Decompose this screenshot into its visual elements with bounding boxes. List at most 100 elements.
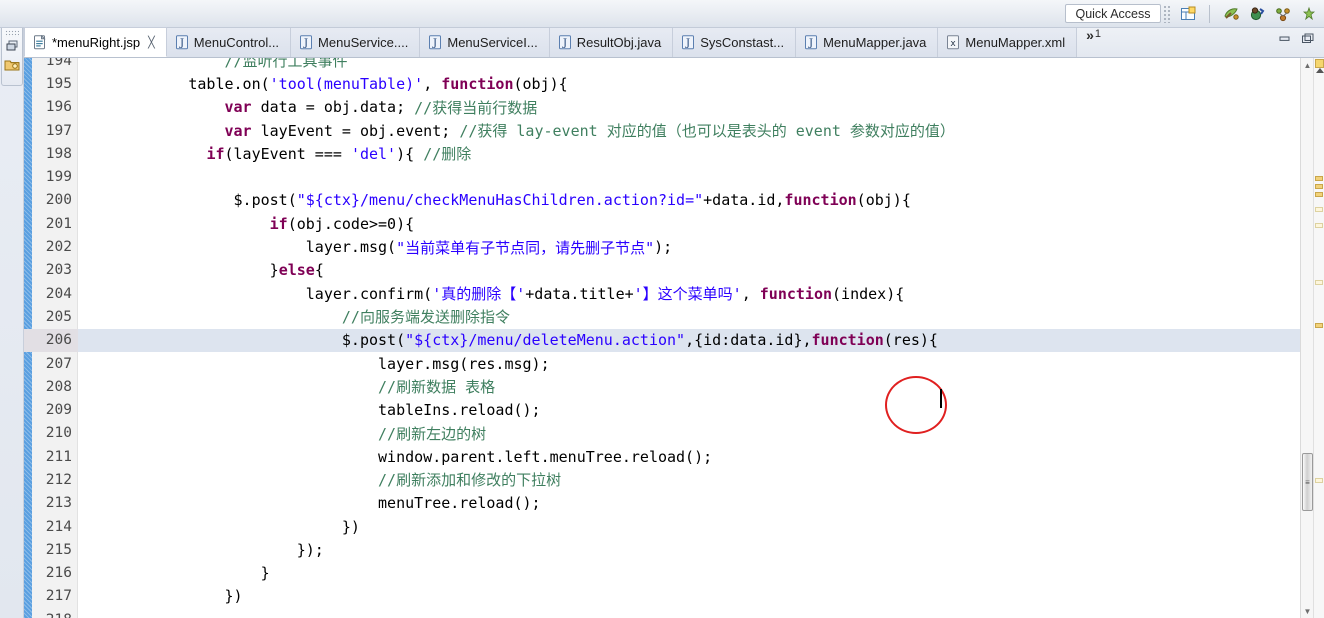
more-perspectives-icon[interactable]	[1298, 4, 1320, 24]
code-text[interactable]: $.post("${ctx}/menu/deleteMenu.action" ,{…	[78, 328, 1300, 352]
code-token: var	[224, 98, 252, 117]
code-line[interactable]: 208 //刷新数据 表格	[24, 375, 1300, 398]
code-token: if	[269, 214, 288, 233]
tab-overflow-button[interactable]: » 1	[1077, 28, 1110, 57]
editor-tab-menumapper-java[interactable]: J MenuMapper.java	[796, 28, 939, 57]
code-line[interactable]: 197 var layEvent = obj.event; //获得 lay-e…	[24, 119, 1300, 142]
editor-tab-menuservice[interactable]: J MenuService....	[291, 28, 421, 57]
editor-tab-menumapper-xml[interactable]: x MenuMapper.xml	[938, 28, 1078, 57]
code-text[interactable]: //刷新左边的树	[78, 422, 1300, 445]
code-line[interactable]: 200 $.post("${ctx}/menu/checkMenuHasChil…	[24, 189, 1300, 212]
code-line[interactable]: 209 tableIns.reload();	[24, 398, 1300, 421]
code-text[interactable]: } else{	[78, 259, 1300, 282]
editor-tab-resultobj[interactable]: J ResultObj.java	[549, 28, 674, 57]
warning-marker[interactable]	[1315, 176, 1323, 181]
perspective-switcher	[1177, 4, 1324, 24]
maximize-icon[interactable]	[1301, 31, 1314, 49]
code-text[interactable]: tableIns.reload();	[78, 398, 1300, 421]
code-line[interactable]: 215 });	[24, 538, 1300, 561]
quick-access-field[interactable]: Quick Access	[1065, 4, 1161, 23]
minimized-stack-box[interactable]	[1, 28, 23, 86]
code-text[interactable]: $.post("${ctx}/menu/checkMenuHasChildren…	[78, 189, 1300, 212]
open-perspective-icon[interactable]	[1177, 4, 1199, 24]
stack-grip[interactable]	[5, 30, 19, 37]
code-text[interactable]: menuTree.reload();	[78, 492, 1300, 515]
code-text[interactable]: //监听行工具事件	[78, 58, 1300, 72]
code-text[interactable]: window.parent.left.menuTree.reload();	[78, 445, 1300, 468]
code-line[interactable]: 217 })	[24, 585, 1300, 608]
line-number: 197	[45, 122, 72, 139]
code-line[interactable]: 211 window.parent.left.menuTree.reload()…	[24, 445, 1300, 468]
marker-ruler-summary[interactable]	[1315, 59, 1324, 68]
editor-vertical-scrollbar[interactable]: ▲ ≡ ▼	[1300, 58, 1313, 618]
hint-marker[interactable]	[1315, 223, 1323, 228]
code-token: table.on(	[80, 74, 270, 93]
code-line[interactable]: 218	[24, 608, 1300, 618]
source-editor[interactable]: 194 //监听行工具事件 195 table.on('tool(menuTabl…	[24, 58, 1300, 618]
code-content[interactable]: 194 //监听行工具事件 195 table.on('tool(menuTabl…	[24, 58, 1300, 618]
code-line[interactable]: 202 layer.msg("当前菜单有子节点同，请先删子节点");	[24, 235, 1300, 258]
code-text[interactable]: if (layEvent === 'del'){ //删除	[78, 142, 1300, 165]
editor-tab-sysconstast[interactable]: J SysConstast...	[673, 28, 797, 57]
code-text[interactable]: //向服务端发送删除指令	[78, 305, 1300, 328]
line-number: 205	[45, 308, 72, 325]
editor-tab-menuRight-jsp[interactable]: *menuRight.jsp ╳	[24, 27, 167, 57]
code-line[interactable]: 206 $.post("${ctx}/menu/deleteMenu.actio…	[24, 328, 1300, 352]
line-number: 196	[45, 99, 72, 116]
code-line[interactable]: 198 if (layEvent === 'del'){ //删除	[24, 142, 1300, 165]
code-text[interactable]: layer.msg("当前菜单有子节点同，请先删子节点");	[78, 235, 1300, 258]
java-ee-perspective-icon[interactable]	[1220, 4, 1242, 24]
code-line[interactable]: 214 })	[24, 515, 1300, 538]
package-explorer-icon[interactable]	[2, 55, 22, 73]
line-number: 216	[45, 565, 72, 582]
main-toolbar: Quick Access	[0, 0, 1324, 28]
code-text[interactable]	[78, 608, 1300, 618]
code-line[interactable]: 205 //向服务端发送删除指令	[24, 305, 1300, 328]
hint-marker[interactable]	[1315, 207, 1323, 212]
code-text[interactable]: layer.msg(res.msg);	[78, 352, 1300, 375]
minimize-icon[interactable]	[1278, 31, 1291, 49]
team-sync-perspective-icon[interactable]	[1272, 4, 1294, 24]
toolbar-grip[interactable]	[1163, 4, 1171, 23]
code-line[interactable]: 210 //刷新左边的树	[24, 422, 1300, 445]
code-line[interactable]: 196 var data = obj.data; //获得当前行数据	[24, 96, 1300, 119]
warning-marker[interactable]	[1315, 323, 1323, 328]
editor-tab-menuserviceimpl[interactable]: J MenuServiceI...	[420, 28, 550, 57]
overview-marker-ruler[interactable]	[1313, 58, 1324, 618]
code-text[interactable]: }	[78, 562, 1300, 585]
line-number: 207	[45, 355, 72, 372]
code-line[interactable]: 201 if (obj.code>=0){	[24, 212, 1300, 235]
hint-marker[interactable]	[1315, 280, 1323, 285]
code-text[interactable]: });	[78, 538, 1300, 561]
code-line[interactable]: 216 }	[24, 562, 1300, 585]
code-text[interactable]: })	[78, 585, 1300, 608]
close-icon[interactable]: ╳	[148, 36, 155, 49]
editor-tab-menucontrol[interactable]: J MenuControl...	[166, 28, 292, 57]
warning-marker[interactable]	[1315, 192, 1323, 197]
code-text[interactable]: layer.confirm('真的删除【' +data.title+ '】这个菜单吗…	[78, 282, 1300, 305]
code-line[interactable]: 204 layer.confirm('真的删除【' +data.title+ '】这…	[24, 282, 1300, 305]
tab-label: ResultObj.java	[576, 35, 662, 50]
code-line[interactable]: 213 menuTree.reload();	[24, 492, 1300, 515]
code-text[interactable]: if (obj.code>=0){	[78, 212, 1300, 235]
code-line[interactable]: 199	[24, 165, 1300, 188]
code-text[interactable]	[78, 165, 1300, 188]
hint-marker[interactable]	[1315, 478, 1323, 483]
line-number: 198	[45, 145, 72, 162]
code-line[interactable]: 207 layer.msg(res.msg);	[24, 352, 1300, 375]
code-text[interactable]: //刷新数据 表格	[78, 375, 1300, 398]
debug-perspective-icon[interactable]	[1246, 4, 1268, 24]
code-text[interactable]: var layEvent = obj.event; //获得 lay-event…	[78, 119, 1300, 142]
code-line[interactable]: 203 } else{	[24, 259, 1300, 282]
code-line[interactable]: 195 table.on('tool(menuTable)', function…	[24, 72, 1300, 95]
warning-marker[interactable]	[1315, 184, 1323, 189]
scrollbar-thumb[interactable]: ≡	[1302, 453, 1313, 511]
code-text[interactable]: var data = obj.data; //获得当前行数据	[78, 96, 1300, 119]
restore-icon[interactable]	[2, 37, 22, 55]
code-line[interactable]: 194 //监听行工具事件	[24, 58, 1300, 72]
code-text[interactable]: //刷新添加和修改的下拉树	[78, 468, 1300, 491]
code-text[interactable]: table.on('tool(menuTable)', function (obj…	[78, 72, 1300, 95]
code-line[interactable]: 212 //刷新添加和修改的下拉树	[24, 468, 1300, 491]
code-text[interactable]: })	[78, 515, 1300, 538]
java-file-icon: J	[300, 35, 313, 50]
